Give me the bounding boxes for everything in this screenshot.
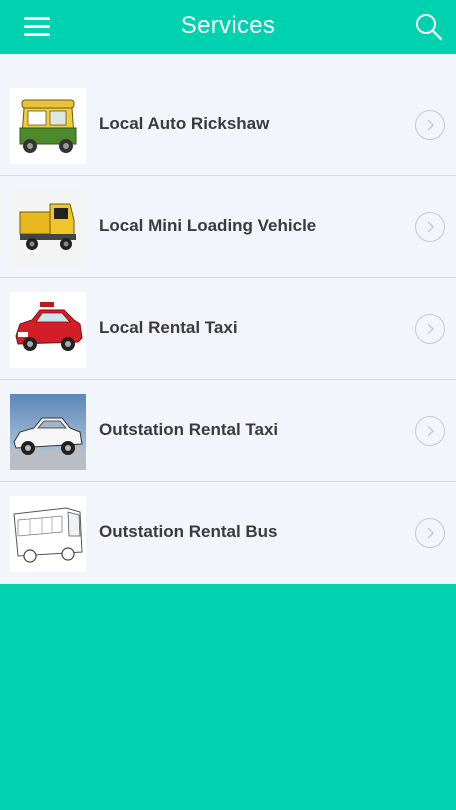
service-label: Local Auto Rickshaw — [99, 114, 270, 133]
chevron-right-icon[interactable] — [415, 416, 445, 446]
chevron-right-icon[interactable] — [415, 518, 445, 548]
app-bar: Services — [0, 0, 456, 54]
list-item[interactable]: Outstation Rental Taxi — [0, 380, 456, 482]
service-label: Outstation Rental Bus — [99, 522, 278, 541]
page-title: Services — [180, 12, 276, 39]
list-item[interactable]: Local Rental Taxi — [0, 278, 456, 380]
list-item[interactable]: Local Mini Loading Vehicle — [0, 176, 456, 278]
services-list: Local Auto Rickshaw Local Mini Loading V… — [0, 54, 456, 584]
red-taxi-car-image — [10, 292, 86, 368]
auto-rickshaw-image — [10, 88, 86, 164]
chevron-right-icon[interactable] — [415, 110, 445, 140]
service-label: Local Mini Loading Vehicle — [99, 216, 317, 235]
bus-sketch-image — [10, 496, 86, 572]
mini-loading-vehicle-image — [10, 190, 86, 266]
service-label: Local Rental Taxi — [99, 318, 238, 337]
list-item[interactable]: Local Auto Rickshaw — [0, 74, 456, 176]
service-label: Outstation Rental Taxi — [99, 420, 279, 439]
chevron-right-icon[interactable] — [415, 314, 445, 344]
list-item[interactable]: Outstation Rental Bus — [0, 482, 456, 584]
white-taxi-car-image — [10, 394, 86, 470]
chevron-right-icon[interactable] — [415, 212, 445, 242]
search-icon[interactable] — [412, 10, 446, 44]
